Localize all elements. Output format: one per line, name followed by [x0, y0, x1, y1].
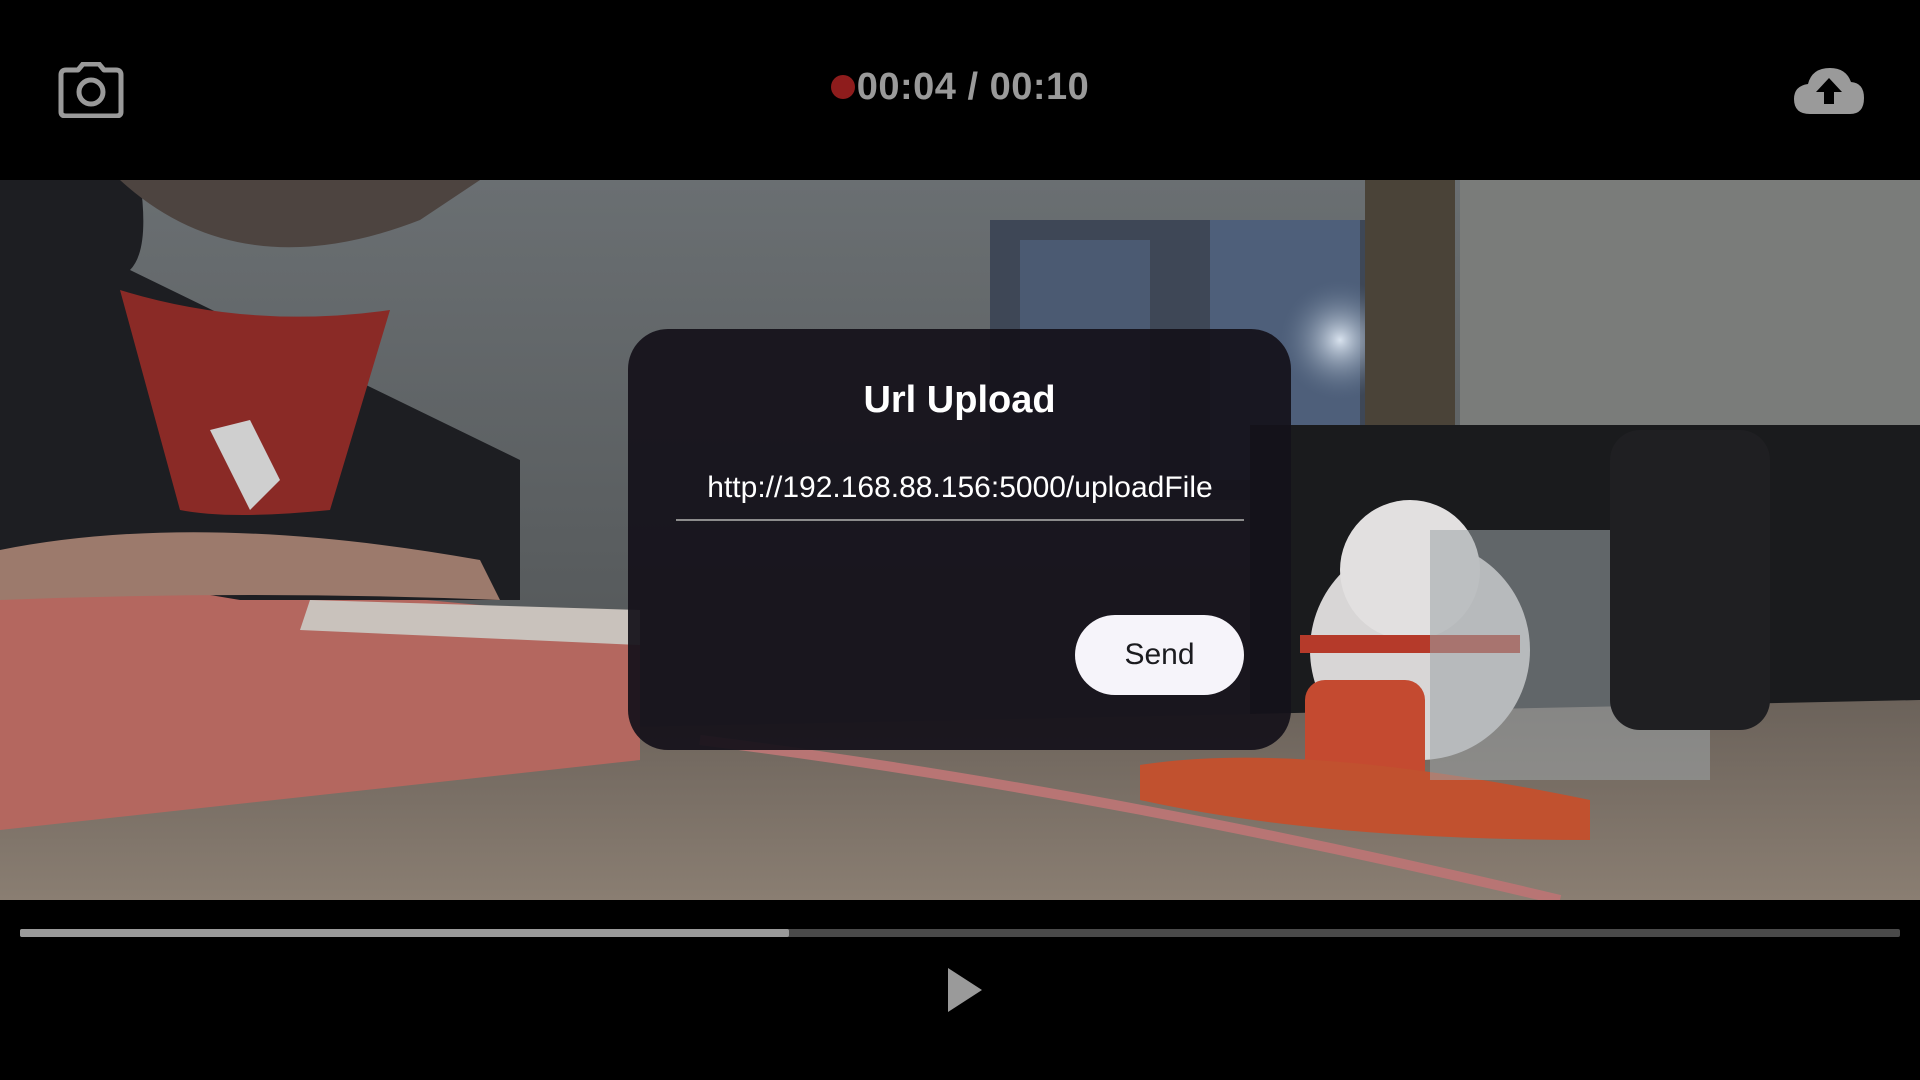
recording-indicator	[830, 75, 855, 99]
url-input-value: http://192.168.88.156:5000/uploadFile	[707, 471, 1213, 504]
cloud-upload-icon[interactable]	[1792, 64, 1866, 116]
total-time: 00:10	[989, 66, 1090, 108]
current-time: 00:04	[856, 66, 957, 108]
dialog-title: Url Upload	[863, 379, 1056, 421]
url-upload-dialog: Url Upload http://192.168.88.156:5000/up…	[628, 329, 1291, 750]
playback-progress-bar[interactable]	[20, 929, 1900, 937]
playback-progress-fill	[20, 929, 789, 937]
url-input[interactable]: http://192.168.88.156:5000/uploadFile	[676, 463, 1244, 521]
video-player-screen: 00:04 / 00:10 Url Upload http://192.168.…	[0, 0, 1920, 1080]
top-bar: 00:04 / 00:10	[0, 0, 1920, 180]
recording-timer: 00:04 / 00:10	[0, 66, 1920, 109]
send-button[interactable]: Send	[1075, 615, 1244, 695]
play-icon[interactable]	[938, 962, 988, 1018]
time-separator: /	[956, 66, 990, 108]
